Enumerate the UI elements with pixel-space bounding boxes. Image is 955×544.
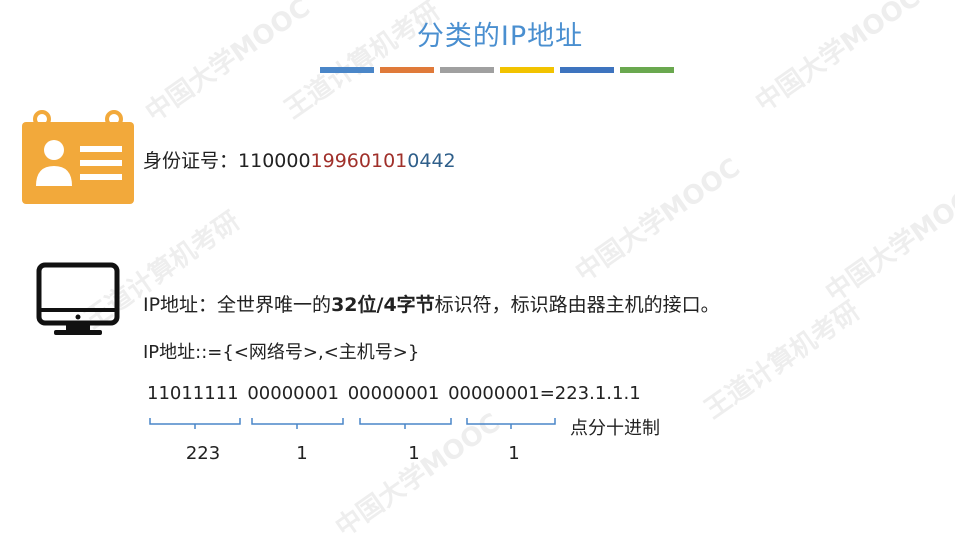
id-number-part3: 0442 bbox=[407, 150, 456, 172]
id-card-icon bbox=[22, 110, 134, 204]
octet-value-4: 1 bbox=[508, 443, 520, 464]
color-bar-4 bbox=[500, 67, 554, 73]
ip-def-prefix: IP地址：全世界唯一的 bbox=[143, 294, 332, 316]
id-number-line: 身份证号：110000199601010442 bbox=[143, 146, 456, 173]
dotted-decimal-label: 点分十进制 bbox=[570, 418, 660, 439]
ip-def-suffix: 标识符，标识路由器主机的接口。 bbox=[434, 294, 720, 316]
ip-format: IP地址::={<网络号>,<主机号>} bbox=[143, 342, 420, 363]
watermark: 中国大学MOOC bbox=[570, 152, 746, 289]
slide: 中国大学MOOC 王道计算机考研 中国大学MOOC 中国大学MOOC 王道计算机… bbox=[0, 0, 955, 543]
octet-value-1: 223 bbox=[185, 443, 221, 464]
slide-title: 分类的IP地址 bbox=[416, 21, 584, 52]
octet-value-2: 1 bbox=[296, 443, 308, 464]
octet-1: 11011111 bbox=[147, 383, 239, 404]
octet-2: 00000001 bbox=[247, 383, 339, 404]
color-bar-5 bbox=[560, 67, 614, 73]
binary-address: 11011111 00000001 00000001 00000001=223.… bbox=[147, 383, 644, 404]
color-bar-3 bbox=[440, 67, 494, 73]
id-label: 身份证号： bbox=[143, 150, 239, 172]
color-bar-2 bbox=[380, 67, 434, 73]
octet-value-3: 1 bbox=[408, 443, 420, 464]
monitor-icon bbox=[36, 262, 120, 335]
color-bar-6 bbox=[620, 67, 674, 73]
color-bar-1 bbox=[320, 67, 374, 73]
ip-definition: IP地址：全世界唯一的32位/4字节标识符，标识路由器主机的接口。 bbox=[143, 290, 720, 317]
id-number-part2: 19960101 bbox=[310, 150, 408, 172]
octet-4: 00000001=223.1.1.1 bbox=[448, 383, 641, 404]
watermark: 王道计算机考研 bbox=[699, 296, 866, 426]
ip-def-bold: 32位/4字节 bbox=[331, 294, 435, 316]
octet-3: 00000001 bbox=[347, 383, 440, 404]
octet-braces bbox=[149, 418, 556, 429]
id-number-part1: 110000 bbox=[238, 150, 311, 172]
watermark: 中国大学MOOC bbox=[820, 172, 955, 309]
